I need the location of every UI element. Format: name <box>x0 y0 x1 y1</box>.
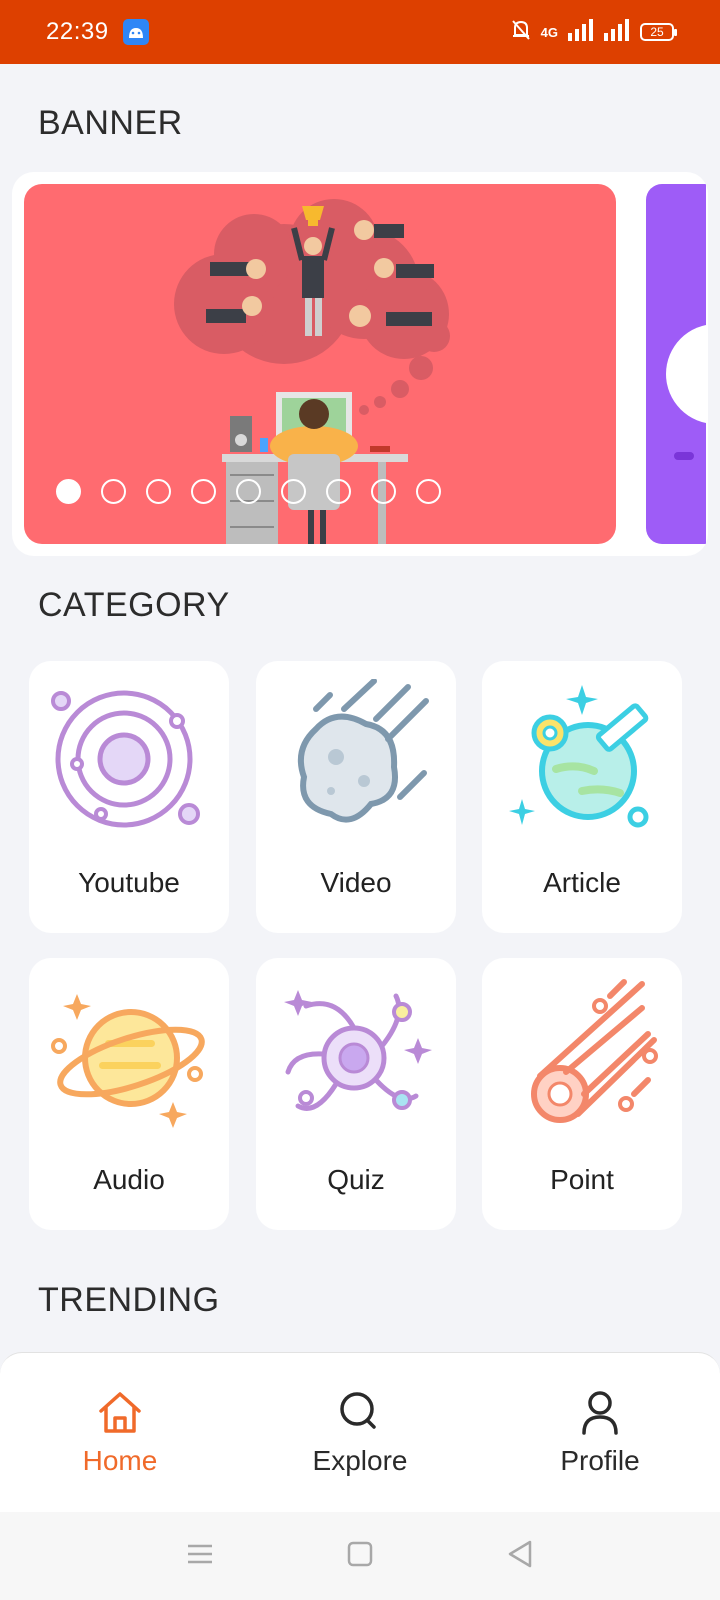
carousel-dot[interactable] <box>416 479 441 504</box>
nav-explore[interactable]: Explore <box>260 1389 460 1477</box>
home-icon <box>99 1391 141 1433</box>
nav-home[interactable]: Home <box>20 1389 220 1477</box>
category-card-video[interactable]: Video <box>256 661 456 933</box>
signal-icon <box>568 18 594 46</box>
nav-profile-label: Profile <box>560 1444 640 1476</box>
battery-icon: 25 <box>640 23 677 41</box>
mute-bell-icon <box>511 19 531 46</box>
banner-slide-next[interactable] <box>646 184 706 544</box>
planet-orbit-icon <box>51 690 200 828</box>
android-app-icon <box>122 19 149 45</box>
carousel-dot[interactable] <box>236 479 261 504</box>
carousel-dot[interactable] <box>281 479 306 504</box>
comet-icon <box>531 979 658 1123</box>
carousel-dot[interactable] <box>371 479 396 504</box>
carousel-dot[interactable] <box>56 479 81 504</box>
status-bar: 22:39 4G 25 <box>0 0 720 64</box>
banner-section-title: BANNER <box>38 104 183 142</box>
earth-satellite-icon <box>509 685 649 828</box>
status-icons: 4G 25 <box>511 18 677 46</box>
system-navigation-bar <box>0 1512 720 1600</box>
network-type: 4G <box>540 24 558 40</box>
back-icon[interactable] <box>507 1540 533 1573</box>
asteroid-icon <box>298 679 429 823</box>
nav-explore-label: Explore <box>312 1444 408 1476</box>
category-label: Audio <box>93 1164 165 1195</box>
category-card-youtube[interactable]: Youtube <box>29 661 229 933</box>
search-icon <box>340 1391 376 1429</box>
carousel-dots <box>56 479 441 504</box>
category-card-audio[interactable]: Audio <box>29 958 229 1230</box>
banner-carousel[interactable] <box>12 172 708 556</box>
ringed-planet-icon <box>51 994 205 1128</box>
category-card-point[interactable]: Point <box>482 958 682 1230</box>
nav-profile[interactable]: Profile <box>500 1389 700 1477</box>
category-label: Video <box>320 867 392 898</box>
category-label: Quiz <box>327 1164 385 1195</box>
carousel-dot[interactable] <box>326 479 351 504</box>
banner-slide[interactable] <box>24 184 616 544</box>
category-section-title: CATEGORY <box>38 586 230 624</box>
category-label: Youtube <box>78 867 180 898</box>
carousel-dot[interactable] <box>101 479 126 504</box>
status-time: 22:39 <box>46 18 109 45</box>
carousel-dot[interactable] <box>191 479 216 504</box>
carousel-dot[interactable] <box>146 479 171 504</box>
category-card-article[interactable]: Article <box>482 661 682 933</box>
galaxy-icon <box>284 990 432 1111</box>
bottom-navigation: Home Explore Profile <box>0 1352 720 1512</box>
category-label: Article <box>543 867 621 898</box>
menu-icon[interactable] <box>187 1541 213 1572</box>
profile-icon <box>582 1390 618 1435</box>
category-label: Point <box>550 1164 614 1195</box>
nav-home-label: Home <box>82 1444 158 1476</box>
signal-icon <box>604 18 630 46</box>
trending-section-title: TRENDING <box>38 1281 220 1319</box>
home-square-icon[interactable] <box>347 1541 373 1572</box>
category-card-quiz[interactable]: Quiz <box>256 958 456 1230</box>
